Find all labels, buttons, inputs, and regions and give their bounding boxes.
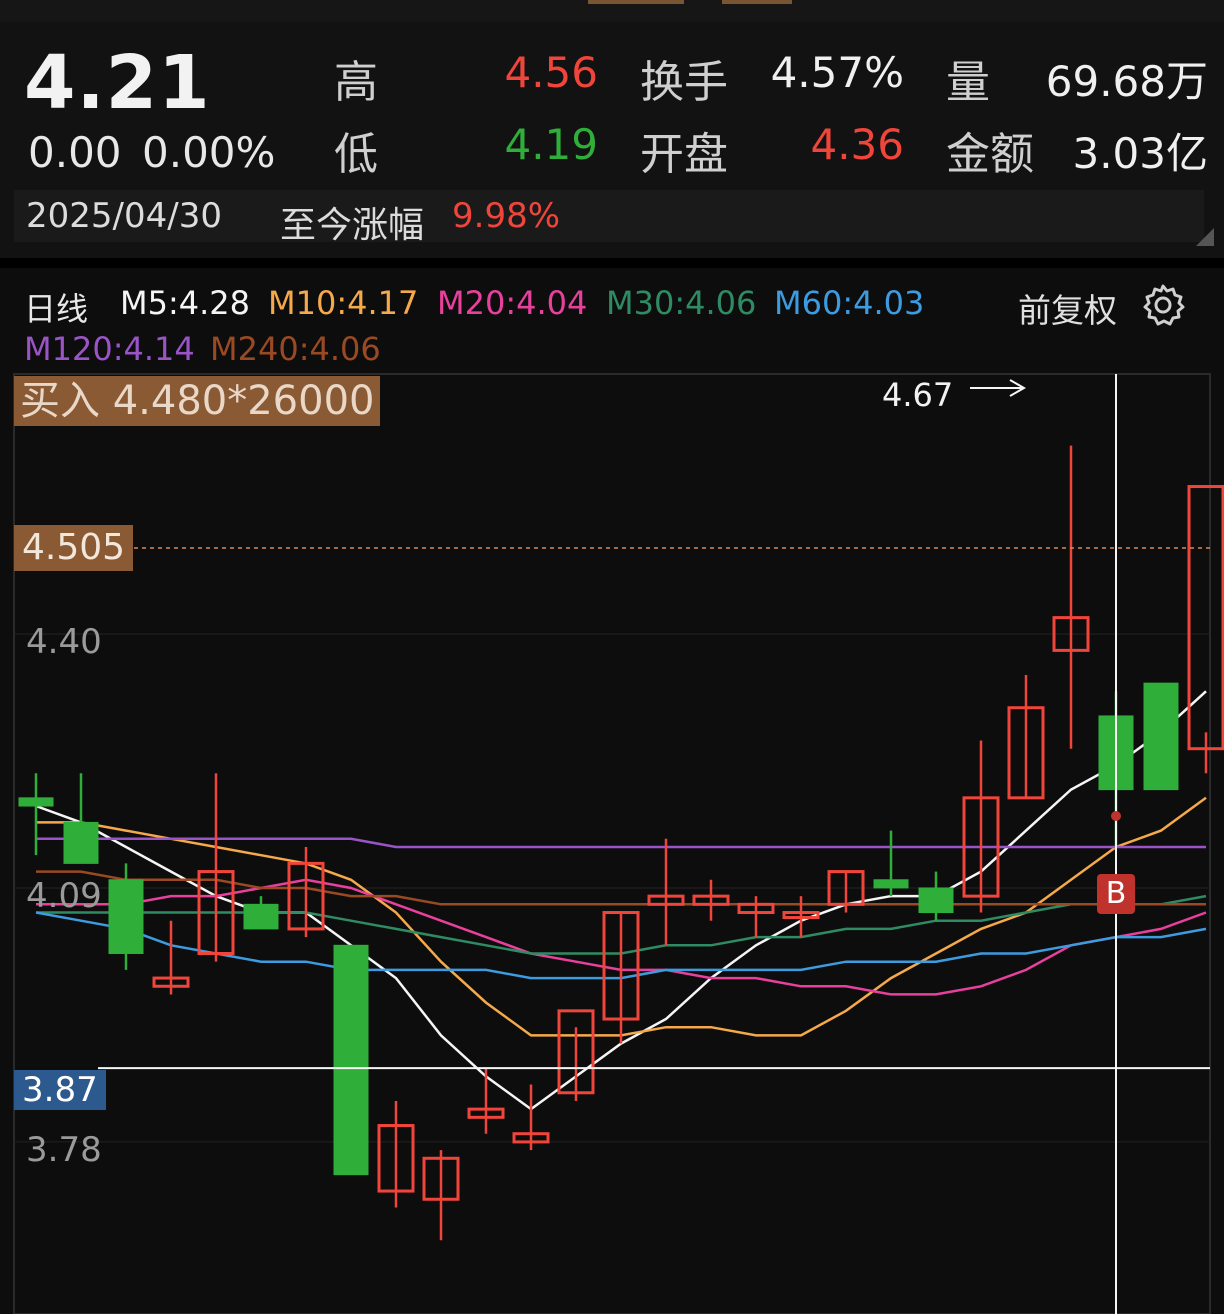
last-price: 4.21 [24, 40, 211, 126]
candle-body [1187, 485, 1224, 751]
candle-body [108, 879, 144, 954]
low-value: 4.19 [504, 120, 598, 169]
cursor-price-tag[interactable]: 3.87 [14, 1070, 106, 1110]
candle [962, 740, 1000, 913]
candle [377, 1100, 415, 1208]
expand-corner-icon[interactable] [1196, 228, 1214, 246]
top-chip [588, 0, 684, 4]
candle [737, 896, 775, 938]
candle [152, 920, 190, 995]
candle [1143, 682, 1179, 791]
amount-value: 3.03亿 [1072, 129, 1208, 178]
candle [557, 1009, 595, 1101]
ma5-label: M5:4.28 [120, 284, 250, 322]
candle [422, 1150, 460, 1241]
candle-body [1143, 682, 1179, 791]
candle [512, 1084, 550, 1151]
candle [243, 896, 279, 930]
candle [782, 896, 820, 938]
candle [873, 830, 909, 897]
y-tick-label: 3.78 [26, 1130, 102, 1170]
open-label: 开盘 [640, 129, 728, 180]
candle [467, 1068, 505, 1134]
candle [918, 871, 954, 921]
since-label: 至今涨幅 [280, 205, 425, 246]
candle [197, 773, 235, 962]
volume-label: 量 [946, 57, 990, 108]
ma60-label: M60:4.03 [774, 284, 925, 322]
ma240-label: M240:4.06 [210, 330, 381, 368]
candle-body [873, 879, 909, 889]
marker-dot [1111, 811, 1121, 821]
candle [1007, 674, 1045, 800]
price-line-tag[interactable]: 4.505 [14, 525, 134, 571]
candle-body [63, 821, 99, 864]
ma120-label: M120:4.14 [24, 330, 195, 368]
low-label: 低 [334, 129, 378, 180]
high-marker-label: 4.67 [882, 376, 954, 414]
top-chip [722, 0, 792, 4]
buy-marker-b[interactable]: B [1097, 874, 1135, 914]
ma30-label: M30:4.06 [606, 284, 757, 322]
turnover-label: 换手 [640, 57, 728, 108]
candle-body [18, 797, 54, 807]
turnover-value: 4.57% [770, 48, 904, 97]
price-change-pct: 0.00% [142, 128, 276, 177]
candle-body [333, 944, 369, 1176]
adjust-toggle[interactable]: 前复权 [1018, 284, 1117, 332]
volume-value: 69.68万 [1045, 57, 1208, 106]
candle-body [918, 887, 954, 914]
divider [0, 258, 1224, 268]
candle [692, 879, 730, 921]
candle [108, 863, 144, 970]
high-label: 高 [334, 57, 378, 108]
settings-gear-icon[interactable] [1140, 282, 1186, 328]
open-value: 4.36 [810, 120, 904, 169]
since-value: 9.98% [452, 196, 561, 236]
candle [1052, 445, 1090, 749]
candle [1187, 485, 1224, 774]
price-change: 0.00 [28, 128, 122, 177]
ma-line-m5 [35, 690, 1207, 1111]
candle [18, 773, 54, 856]
buy-order-tag[interactable]: 买入 4.480*26000 [14, 376, 381, 426]
candle [333, 944, 369, 1176]
y-tick-label: 4.40 [26, 622, 102, 662]
candle [827, 870, 865, 913]
quote-date: 2025/04/30 [26, 196, 222, 236]
y-tick-label: 4.09 [26, 876, 102, 916]
high-value: 4.56 [504, 48, 598, 97]
ma10-label: M10:4.17 [268, 284, 419, 322]
period-label[interactable]: 日线 [24, 284, 88, 330]
ma20-label: M20:4.04 [437, 284, 588, 322]
kline-chart[interactable] [0, 370, 1224, 1314]
candle [647, 838, 685, 946]
top-bar [0, 0, 1224, 22]
candle-body [243, 903, 279, 930]
